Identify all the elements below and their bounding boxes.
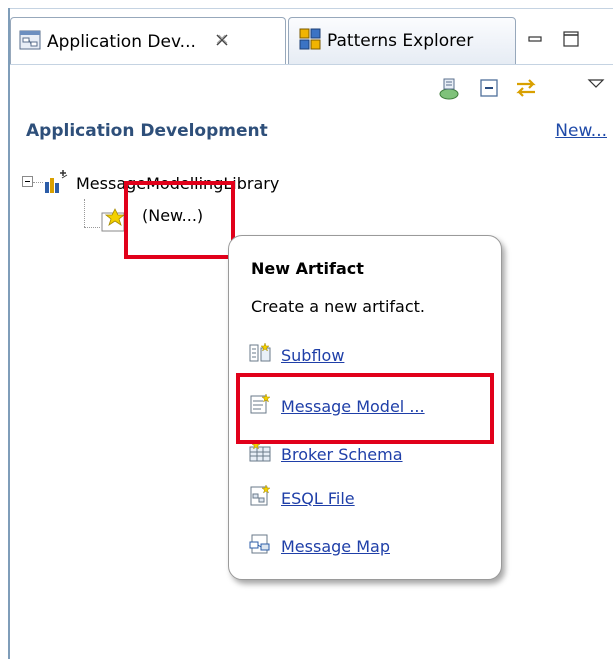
new-link[interactable]: New... xyxy=(555,121,607,141)
popup-item-label[interactable]: ESQL File xyxy=(281,489,355,508)
view-toolbar xyxy=(10,64,613,113)
tree-expander-icon[interactable] xyxy=(22,176,33,187)
sync-icon[interactable] xyxy=(512,74,540,102)
tree-connector xyxy=(84,227,100,228)
link-with-editor-icon[interactable] xyxy=(436,74,464,102)
popup-item-message-map[interactable]: Message Map xyxy=(249,534,390,558)
popup-item-label[interactable]: Message Map xyxy=(281,537,390,556)
application-development-icon xyxy=(19,29,41,55)
tab-patterns-explorer[interactable]: Patterns Explorer xyxy=(288,17,516,65)
popup-title: New Artifact xyxy=(251,259,364,278)
view-window-controls xyxy=(520,23,613,59)
close-tab-icon[interactable] xyxy=(214,32,230,52)
view-tab-bar: Application Dev... Patterns Explorer xyxy=(10,8,613,65)
popup-item-label[interactable]: Broker Schema xyxy=(281,445,403,464)
tab-label: Application Dev... xyxy=(47,31,196,52)
tab-label: Patterns Explorer xyxy=(327,31,474,51)
message-map-icon xyxy=(249,533,271,559)
esql-file-icon xyxy=(249,484,271,511)
patterns-explorer-icon xyxy=(299,28,321,54)
popup-item-subflow[interactable]: Subflow xyxy=(249,342,344,368)
popup-description: Create a new artifact. xyxy=(251,297,425,316)
tab-application-development[interactable]: Application Dev... xyxy=(10,17,286,65)
subflow-icon xyxy=(249,342,271,368)
view-menu-icon[interactable] xyxy=(586,74,613,102)
popup-item-broker-schema[interactable]: Broker Schema xyxy=(249,440,403,467)
highlight-new-node xyxy=(124,181,235,259)
broker-schema-icon xyxy=(249,440,271,467)
library-icon xyxy=(42,170,68,200)
popup-item-label[interactable]: Subflow xyxy=(281,346,344,365)
minimize-icon[interactable] xyxy=(526,30,544,52)
collapse-all-icon[interactable] xyxy=(476,74,504,102)
maximize-icon[interactable] xyxy=(562,30,580,52)
popup-item-esql-file[interactable]: ESQL File xyxy=(249,484,355,511)
highlight-message-model xyxy=(236,373,494,444)
tree-connector xyxy=(84,199,85,227)
view-title: Application Development xyxy=(26,121,268,141)
